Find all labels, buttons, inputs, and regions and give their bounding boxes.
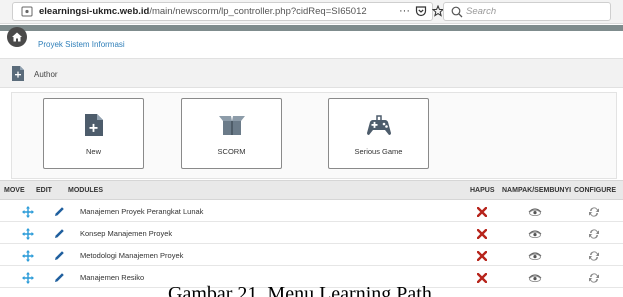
module-title[interactable]: Metodologi Manajemen Proyek [80, 245, 183, 266]
url-host: elearningsi-ukmc.web.id [39, 6, 150, 17]
gamepad-icon [366, 115, 391, 135]
delete-icon[interactable] [477, 245, 487, 266]
site-info-icon[interactable] [21, 5, 33, 18]
configure-icon[interactable] [588, 267, 600, 288]
visibility-eye-icon[interactable] [528, 223, 542, 244]
visibility-eye-icon[interactable] [528, 267, 542, 288]
visibility-eye-icon[interactable] [528, 245, 542, 266]
delete-icon[interactable] [477, 223, 487, 244]
header-move: MOVE [4, 187, 25, 194]
new-document-icon [84, 114, 103, 136]
edit-icon[interactable] [54, 245, 65, 266]
browser-toolbar: elearningsi-ukmc.web.id/main/newscorm/lp… [0, 0, 623, 24]
configure-icon[interactable] [588, 201, 600, 222]
move-icon[interactable] [22, 223, 34, 244]
delete-icon[interactable] [477, 201, 487, 222]
new-label: New [85, 147, 101, 156]
scorm-package-icon [218, 116, 245, 135]
table-row: Konsep Manajemen Proyek [0, 223, 623, 244]
new-button[interactable]: New [43, 98, 144, 169]
serious-game-button[interactable]: Serious Game [328, 98, 429, 169]
search-input[interactable] [466, 4, 606, 19]
author-bar: Author [0, 58, 623, 88]
configure-icon[interactable] [588, 223, 600, 244]
module-title[interactable]: Manajemen Proyek Perangkat Lunak [80, 201, 203, 222]
modules-table-header: MOVE EDIT MODULES HAPUS NAMPAK/SEMBUNYI … [0, 180, 623, 200]
figure-caption: Gambar 21. Menu Learning Path [168, 283, 432, 297]
edit-icon[interactable] [54, 267, 65, 288]
visibility-eye-icon[interactable] [528, 201, 542, 222]
page-actions-icon[interactable]: ··· [399, 5, 410, 18]
breadcrumb[interactable]: Proyek Sistem Informasi [38, 40, 125, 49]
configure-icon[interactable] [588, 245, 600, 266]
table-row: Metodologi Manajemen Proyek [0, 245, 623, 266]
module-title[interactable]: Manajemen Resiko [80, 267, 144, 288]
table-row: Manajemen Proyek Perangkat Lunak [0, 201, 623, 222]
author-label: Author [34, 70, 58, 79]
move-icon[interactable] [22, 245, 34, 266]
address-bar[interactable]: elearningsi-ukmc.web.id/main/newscorm/lp… [12, 2, 444, 21]
pocket-icon[interactable] [415, 5, 427, 17]
header-nampak-sembunyi: NAMPAK/SEMBUNYI [502, 187, 572, 194]
scorm-button[interactable]: SCORM [181, 98, 282, 169]
search-box [443, 2, 611, 21]
search-icon [451, 6, 463, 18]
edit-icon[interactable] [54, 223, 65, 244]
edit-icon[interactable] [54, 201, 65, 222]
delete-icon[interactable] [477, 267, 487, 288]
header-configure: CONFIGURE [574, 187, 616, 194]
header-modules: MODULES [68, 187, 103, 194]
module-title[interactable]: Konsep Manajemen Proyek [80, 223, 172, 244]
header-bar [0, 25, 623, 31]
scorm-label: SCORM [217, 147, 246, 156]
author-icon [12, 66, 24, 81]
move-icon[interactable] [22, 201, 34, 222]
url-path: /main/newscorm/lp_controller.php?cidReq=… [149, 6, 367, 17]
home-icon [12, 32, 22, 42]
serious-game-label: Serious Game [354, 147, 403, 156]
header-edit: EDIT [36, 187, 52, 194]
move-icon[interactable] [22, 267, 34, 288]
url-text[interactable]: elearningsi-ukmc.web.id/main/newscorm/lp… [39, 6, 367, 17]
url-actions: ··· [399, 5, 444, 18]
home-button[interactable] [7, 27, 27, 47]
header-hapus: HAPUS [470, 187, 495, 194]
